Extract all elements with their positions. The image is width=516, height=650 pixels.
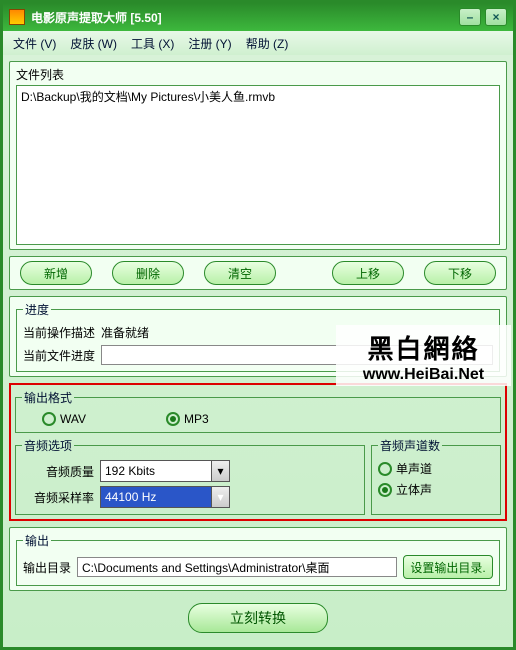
radio-stereo[interactable]: 立体声	[378, 481, 432, 498]
chevron-down-icon: ▾	[211, 487, 229, 507]
radio-icon	[166, 412, 180, 426]
minimize-button[interactable]: –	[459, 8, 481, 26]
watermark-text: 黑白網絡	[338, 329, 509, 366]
convert-button[interactable]: 立刻转换	[188, 603, 328, 633]
radio-icon	[42, 412, 56, 426]
filelist-label: 文件列表	[16, 66, 500, 83]
client-area: 文件列表 D:\Backup\我的文档\My Pictures\小美人鱼.rmv…	[3, 55, 513, 647]
radio-mp3[interactable]: MP3	[166, 412, 209, 426]
rate-combo[interactable]: 44100 Hz ▾	[100, 486, 230, 508]
add-button[interactable]: 新增	[20, 261, 92, 285]
fileprog-label: 当前文件进度	[23, 347, 95, 364]
chevron-down-icon: ▾	[211, 461, 229, 481]
filelist-box[interactable]: D:\Backup\我的文档\My Pictures\小美人鱼.rmvb	[16, 85, 500, 245]
radio-icon	[378, 483, 392, 497]
audioopt-legend: 音频选项	[22, 437, 74, 454]
delete-button[interactable]: 删除	[112, 261, 184, 285]
outformat-fieldset: 输出格式 WAV MP3	[15, 389, 501, 433]
progress-legend: 进度	[23, 301, 51, 318]
movedown-button[interactable]: 下移	[424, 261, 496, 285]
menu-file[interactable]: 文件 (V)	[13, 35, 56, 52]
outformat-legend: 输出格式	[22, 389, 74, 406]
radio-icon	[378, 462, 392, 476]
watermark-url: www.HeiBai.Net	[338, 366, 509, 384]
menu-tools[interactable]: 工具 (X)	[131, 35, 174, 52]
menu-skin[interactable]: 皮肤 (W)	[70, 35, 117, 52]
output-fieldset: 输出 输出目录 C:\Documents and Settings\Admini…	[16, 532, 500, 586]
op-label: 当前操作描述	[23, 324, 95, 341]
app-window: 电影原声提取大师 [5.50] – × 文件 (V) 皮肤 (W) 工具 (X)…	[0, 0, 516, 650]
outdir-field[interactable]: C:\Documents and Settings\Administrator\…	[77, 557, 397, 577]
radio-wav[interactable]: WAV	[42, 412, 86, 426]
filelist-panel: 文件列表 D:\Backup\我的文档\My Pictures\小美人鱼.rmv…	[9, 61, 507, 250]
list-item[interactable]: D:\Backup\我的文档\My Pictures\小美人鱼.rmvb	[21, 88, 495, 105]
quality-combo[interactable]: 192 Kbits ▾	[100, 460, 230, 482]
button-row: 新增 删除 清空 上移 下移	[9, 256, 507, 290]
quality-label: 音频质量	[22, 463, 94, 480]
menubar: 文件 (V) 皮肤 (W) 工具 (X) 注册 (Y) 帮助 (Z)	[3, 31, 513, 55]
channels-legend: 音频声道数	[378, 437, 442, 454]
clear-button[interactable]: 清空	[204, 261, 276, 285]
window-title: 电影原声提取大师 [5.50]	[31, 9, 162, 26]
op-value: 准备就绪	[101, 324, 149, 341]
radio-mono[interactable]: 单声道	[378, 460, 432, 477]
output-legend: 输出	[23, 532, 51, 549]
channels-fieldset: 音频声道数 单声道 立体声	[371, 437, 501, 515]
app-icon	[9, 9, 25, 25]
menu-help[interactable]: 帮助 (Z)	[246, 35, 289, 52]
audioopt-fieldset: 音频选项 音频质量 192 Kbits ▾ 音频采样率 44100 Hz ▾	[15, 437, 365, 515]
moveup-button[interactable]: 上移	[332, 261, 404, 285]
outdir-label: 输出目录	[23, 559, 71, 576]
output-panel: 输出 输出目录 C:\Documents and Settings\Admini…	[9, 527, 507, 591]
titlebar[interactable]: 电影原声提取大师 [5.50] – ×	[3, 3, 513, 31]
set-outdir-button[interactable]: 设置输出目录.	[403, 555, 493, 579]
rate-label: 音频采样率	[22, 489, 94, 506]
menu-register[interactable]: 注册 (Y)	[188, 35, 231, 52]
close-button[interactable]: ×	[485, 8, 507, 26]
convert-row: 立刻转换	[9, 597, 507, 641]
highlight-box: 黑白網絡 www.HeiBai.Net 输出格式 WAV MP3	[9, 383, 507, 521]
watermark: 黑白網絡 www.HeiBai.Net	[336, 325, 511, 386]
